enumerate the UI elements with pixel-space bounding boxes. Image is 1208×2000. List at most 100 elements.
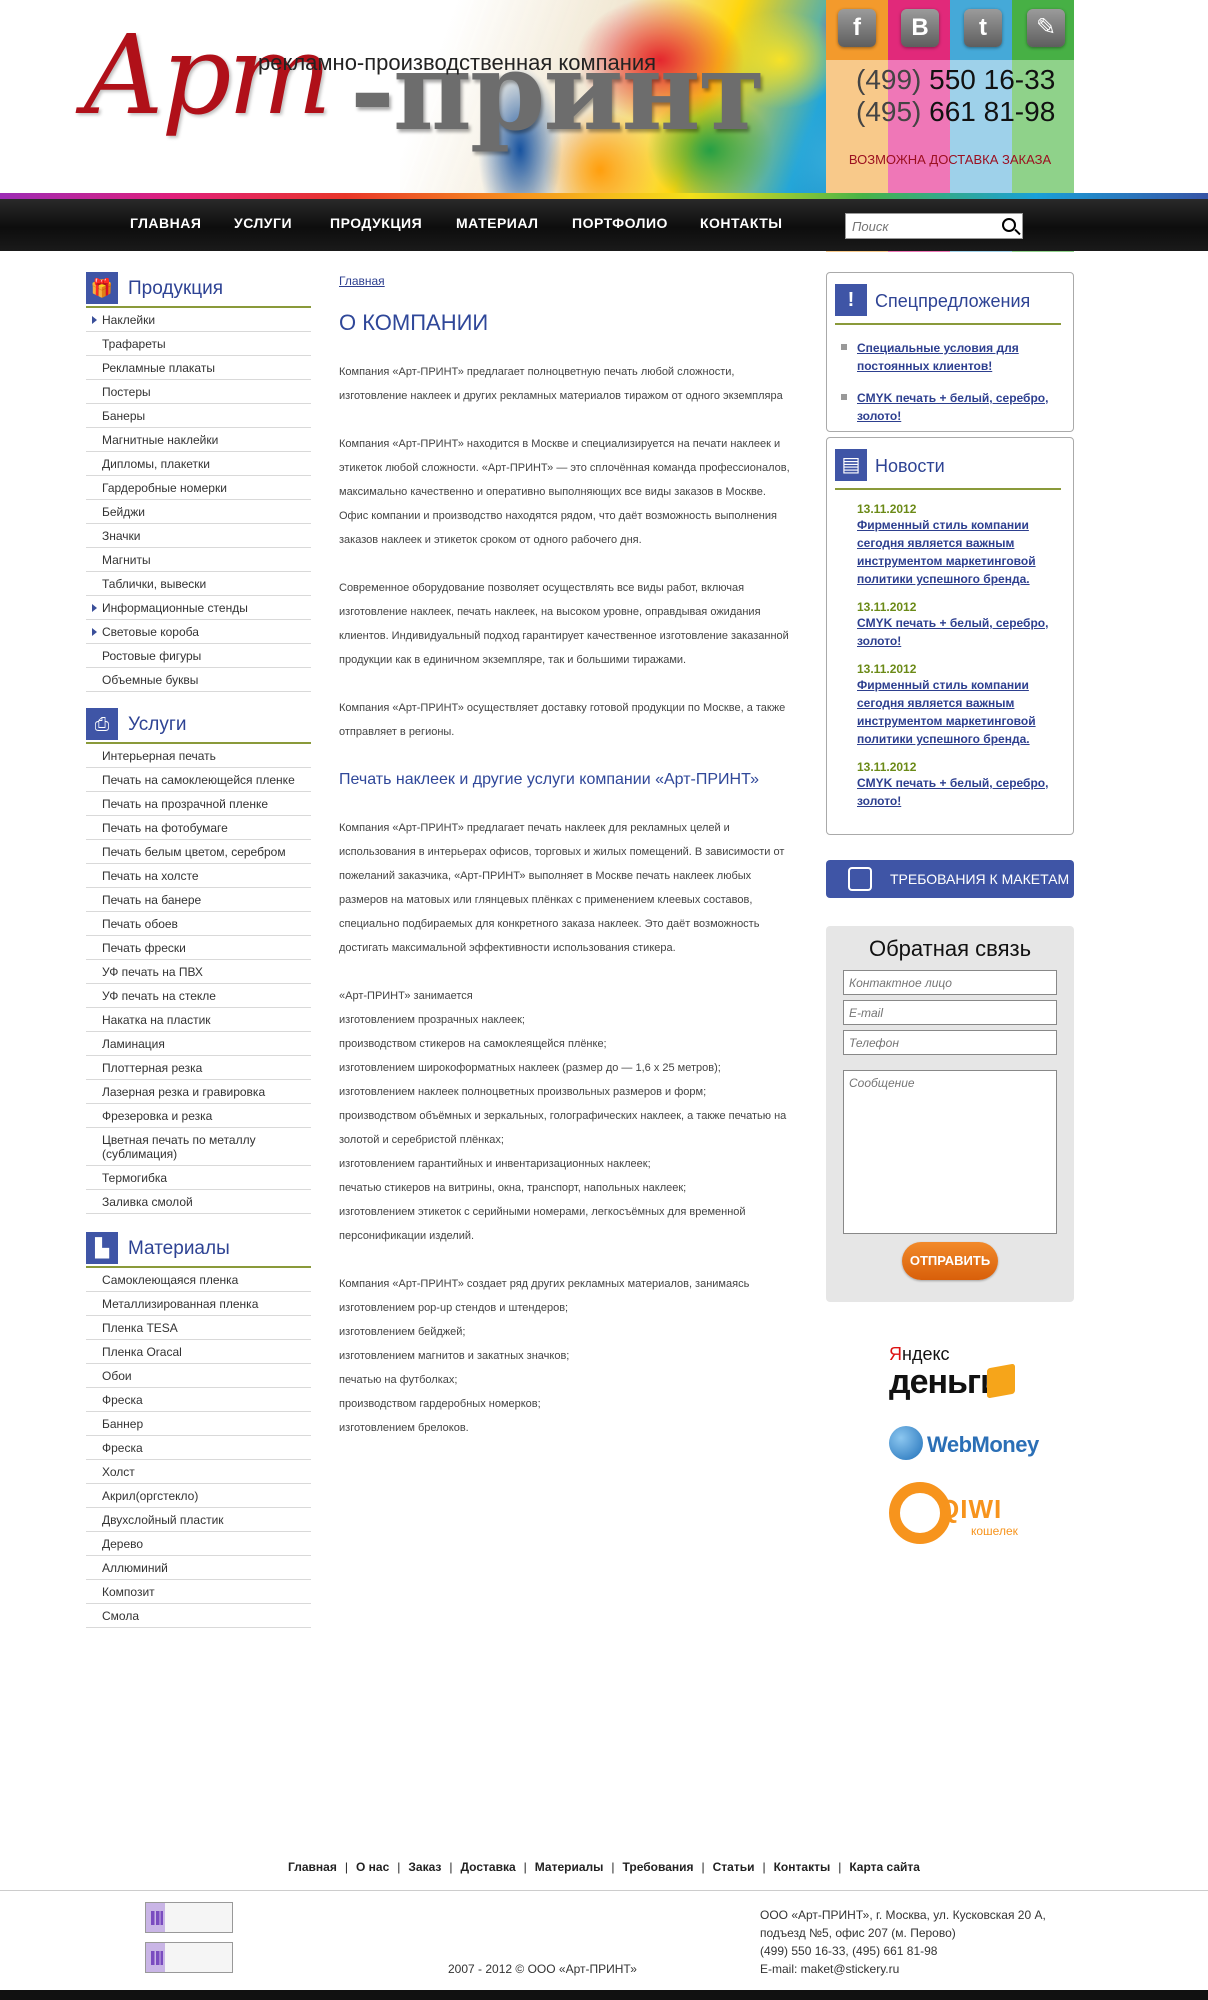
services-list-block: «Арт-ПРИНТ» занимается изготовлением про… (339, 984, 791, 1248)
sidebar-item[interactable]: Плоттерная резка (86, 1056, 311, 1080)
sidebar-item[interactable]: Трафареты (86, 332, 311, 356)
visitor-counter[interactable] (145, 1942, 233, 1973)
sidebar-item[interactable]: Банеры (86, 404, 311, 428)
list-line: изготовлением бейджей; (339, 1326, 466, 1338)
sidebar-item[interactable]: Дерево (86, 1532, 311, 1556)
twitter-icon[interactable]: t (964, 9, 1002, 47)
sidebar-item[interactable]: Бейджи (86, 500, 311, 524)
sidebar-item[interactable]: Интерьерная печать (86, 744, 311, 768)
layout-requirements-button[interactable]: ТРЕБОВАНИЯ К МАКЕТАМ (826, 860, 1074, 898)
sidebar-item[interactable]: Аллюминий (86, 1556, 311, 1580)
footer-link[interactable]: Материалы (535, 1860, 604, 1874)
search-icon[interactable] (1002, 218, 1016, 232)
copyright: 2007 - 2012 © ООО «Арт-ПРИНТ» (448, 1962, 637, 1976)
facebook-icon[interactable]: f (838, 9, 876, 47)
sidebar-item[interactable]: Магниты (86, 548, 311, 572)
nav-item[interactable]: УСЛУГИ (234, 215, 292, 231)
sidebar-item[interactable]: Печать на фотобумаге (86, 816, 311, 840)
feedback-form: Обратная связь ОТПРАВИТЬ (826, 926, 1074, 1302)
webmoney-logo: WebMoney (889, 1424, 1039, 1464)
sidebar-item[interactable]: Ростовые фигуры (86, 644, 311, 668)
search-input[interactable] (846, 214, 996, 238)
email-field[interactable] (843, 1000, 1057, 1025)
sidebar-item[interactable]: Печать на самоклеющейся пленке (86, 768, 311, 792)
list-line: изготовлением прозрачных наклеек; (339, 1014, 525, 1026)
visitor-counter[interactable] (145, 1902, 233, 1933)
sidebar-item[interactable]: Фрезеровка и резка (86, 1104, 311, 1128)
sidebar-item[interactable]: Наклейки (86, 308, 311, 332)
footer-link[interactable]: Статьи (713, 1860, 755, 1874)
sidebar-item[interactable]: Световые короба (86, 620, 311, 644)
list-line: производством гардеробных номерков; (339, 1398, 541, 1410)
sidebar-item[interactable]: Дипломы, плакетки (86, 452, 311, 476)
sidebar-item[interactable]: Смола (86, 1604, 311, 1628)
sidebar-item[interactable]: Объемные буквы (86, 668, 311, 692)
nav-item[interactable]: ГЛАВНАЯ (130, 215, 201, 231)
footer-link[interactable]: Карта сайта (849, 1860, 920, 1874)
news-date: 13.11.2012 (857, 662, 917, 676)
wallet-icon (987, 1363, 1015, 1399)
sidebar-item[interactable]: Металлизированная пленка (86, 1292, 311, 1316)
contact-name-field[interactable] (843, 970, 1057, 995)
sidebar-item[interactable]: Гардеробные номерки (86, 476, 311, 500)
news-link[interactable]: Фирменный стиль компании сегодня являетс… (857, 516, 1061, 588)
footer-link[interactable]: Заказ (408, 1860, 441, 1874)
company-tagline: рекламно-производственная компания (258, 50, 657, 75)
sidebar-item[interactable]: Двухслойный пластик (86, 1508, 311, 1532)
sidebar-item[interactable]: Термогибка (86, 1166, 311, 1190)
paragraph-3: Современное оборудование позволяет осуще… (339, 582, 789, 666)
sidebar-item[interactable]: Фреска (86, 1388, 311, 1412)
sidebar-item[interactable]: Акрил(оргстекло) (86, 1484, 311, 1508)
footer-link[interactable]: Доставка (460, 1860, 515, 1874)
nav-item[interactable]: ПОРТФОЛИО (572, 215, 668, 231)
sidebar-item[interactable]: Постеры (86, 380, 311, 404)
sidebar-item[interactable]: Таблички, вывески (86, 572, 311, 596)
nav-item[interactable]: МАТЕРИАЛ (456, 215, 538, 231)
livejournal-icon[interactable]: ✎ (1027, 9, 1065, 47)
footer-link[interactable]: Требования (623, 1860, 694, 1874)
sidebar-item[interactable]: Печать фрески (86, 936, 311, 960)
footer-link[interactable]: Главная (288, 1860, 337, 1874)
nav-item[interactable]: КОНТАКТЫ (700, 215, 782, 231)
phone-field[interactable] (843, 1030, 1057, 1055)
sidebar-item[interactable]: Обои (86, 1364, 311, 1388)
news-title: Новости (875, 456, 945, 476)
sidebar-item[interactable]: УФ печать на стекле (86, 984, 311, 1008)
sidebar-item[interactable]: Печать белым цветом, серебром (86, 840, 311, 864)
sidebar-item[interactable]: УФ печать на ПВХ (86, 960, 311, 984)
sidebar-item[interactable]: Печать на холсте (86, 864, 311, 888)
sidebar-item[interactable]: Рекламные плакаты (86, 356, 311, 380)
sidebar-item[interactable]: Печать на прозрачной пленке (86, 792, 311, 816)
sidebar-item[interactable]: Магнитные наклейки (86, 428, 311, 452)
sidebar-item[interactable]: Накатка на пластик (86, 1008, 311, 1032)
sidebar-item[interactable]: Печать на банере (86, 888, 311, 912)
send-button[interactable]: ОТПРАВИТЬ (902, 1242, 998, 1280)
sidebar-item[interactable]: Пленка TESA (86, 1316, 311, 1340)
sidebar-item[interactable]: Пленка Oracal (86, 1340, 311, 1364)
sidebar-item[interactable]: Баннер (86, 1412, 311, 1436)
page-title: О КОМПАНИИ (339, 310, 489, 335)
sidebar-item[interactable]: Холст (86, 1460, 311, 1484)
sidebar-item[interactable]: Значки (86, 524, 311, 548)
message-field[interactable] (843, 1070, 1057, 1234)
sidebar-item[interactable]: Ламинация (86, 1032, 311, 1056)
vkontakte-icon[interactable]: B (901, 9, 939, 47)
breadcrumb-home[interactable]: Главная (339, 274, 791, 288)
news-link[interactable]: CMYK печать + белый, серебро, золото! (857, 774, 1061, 810)
sidebar-item[interactable]: Информационные стенды (86, 596, 311, 620)
sidebar-item[interactable]: Самоклеющаяся пленка (86, 1268, 311, 1292)
list-line: изготовлением брелоков. (339, 1422, 469, 1434)
sidebar-item[interactable]: Фреска (86, 1436, 311, 1460)
sidebar-item[interactable]: Лазерная резка и гравировка (86, 1080, 311, 1104)
news-link[interactable]: CMYK печать + белый, серебро, золото! (857, 614, 1061, 650)
footer-link[interactable]: Контакты (774, 1860, 831, 1874)
nav-item[interactable]: ПРОДУКЦИЯ (330, 215, 422, 231)
news-link[interactable]: Фирменный стиль компании сегодня являетс… (857, 676, 1061, 748)
sidebar-item[interactable]: Композит (86, 1580, 311, 1604)
sidebar-item[interactable]: Печать обоев (86, 912, 311, 936)
footer-link[interactable]: О нас (356, 1860, 389, 1874)
sidebar-item[interactable]: Заливка смолой (86, 1190, 311, 1214)
special-offer-link[interactable]: Специальные условия для постоянных клиен… (841, 339, 1061, 375)
sidebar-item[interactable]: Цветная печать по металлу (сублимация) (86, 1128, 311, 1166)
special-offer-link[interactable]: CMYK печать + белый, серебро, золото! (841, 389, 1061, 425)
